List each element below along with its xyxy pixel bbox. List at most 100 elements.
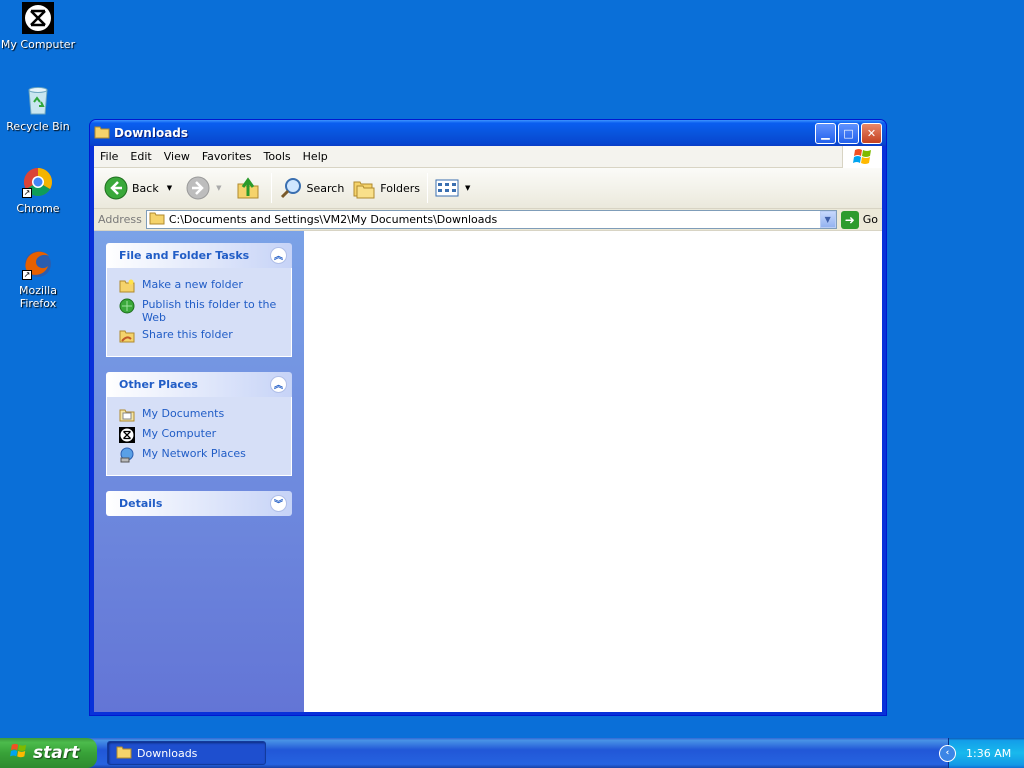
close-icon: ✕ [866, 126, 877, 140]
menu-file[interactable]: File [94, 150, 124, 163]
task-label: Publish this folder to the Web [142, 298, 277, 324]
up-folder-button[interactable] [232, 172, 268, 204]
task-make-new-folder[interactable]: Make a new folder [119, 278, 281, 294]
desktop-icon-label: Mozilla Firefox [19, 284, 57, 310]
place-label: My Documents [142, 407, 225, 420]
minimize-icon: ▁ [821, 126, 830, 140]
chrome-icon: ↗ [22, 166, 54, 198]
menu-edit[interactable]: Edit [124, 150, 157, 163]
standard-toolbar: Back ▼ ▼ Search Folders ▼ [94, 168, 882, 209]
taskbar-item-downloads[interactable]: Downloads [107, 741, 266, 765]
file-folder-tasks-panel: File and Folder Tasks ︽ Make a new folde… [106, 243, 292, 357]
place-label: My Network Places [142, 447, 246, 460]
panel-header[interactable]: Other Places ︽ [106, 372, 292, 397]
clock[interactable]: 1:36 AM [966, 747, 1011, 760]
menu-favorites[interactable]: Favorites [196, 150, 258, 163]
folders-label: Folders [380, 181, 421, 195]
search-button[interactable]: Search [275, 172, 349, 204]
expand-icon[interactable]: ︾ [270, 495, 287, 512]
go-arrow-icon: ➜ [840, 210, 859, 229]
network-places-icon [119, 447, 135, 463]
start-label: start [33, 743, 80, 763]
chevron-down-icon[interactable]: ▼ [167, 184, 172, 192]
share-folder-icon [119, 328, 135, 344]
place-my-computer[interactable]: My Computer [119, 427, 281, 443]
back-button[interactable]: Back ▼ [100, 172, 176, 204]
back-label: Back [132, 181, 159, 195]
address-dropdown-button[interactable]: ▼ [819, 211, 836, 228]
forward-arrow-icon [186, 176, 210, 200]
details-panel: Details ︾ [106, 491, 292, 516]
folders-icon [352, 176, 376, 200]
address-label: Address [98, 213, 142, 226]
menu-tools[interactable]: Tools [258, 150, 297, 163]
task-pane: File and Folder Tasks ︽ Make a new folde… [94, 231, 304, 712]
window-body: File Edit View Favorites Tools Help Back… [94, 146, 882, 712]
go-label: Go [862, 213, 878, 226]
shortcut-arrow-icon: ↗ [22, 270, 32, 280]
task-publish-folder[interactable]: Publish this folder to the Web [119, 298, 281, 324]
collapse-icon[interactable]: ︽ [270, 376, 287, 393]
desktop-icon-label: My Computer [0, 38, 76, 51]
explorer-window: Downloads ▁ □ ✕ File Edit View Favorites… [89, 119, 887, 716]
taskbar-item-label: Downloads [137, 746, 198, 760]
file-list-area[interactable] [304, 231, 882, 712]
computer-icon [119, 427, 135, 443]
maximize-button[interactable]: □ [838, 122, 859, 144]
panel-header[interactable]: Details ︾ [106, 491, 292, 516]
search-icon [279, 176, 303, 200]
panel-title: Details [119, 497, 163, 510]
folder-icon [94, 125, 110, 142]
chevron-down-icon[interactable]: ▼ [216, 184, 221, 192]
chevron-down-icon: ▼ [824, 215, 831, 224]
recycle-bin-icon [22, 84, 54, 116]
panel-title: File and Folder Tasks [119, 249, 250, 262]
taskbar: start Downloads ‹ 1:36 AM [0, 738, 1024, 768]
folders-button[interactable]: Folders [348, 172, 424, 204]
desktop-icon-firefox[interactable]: ↗ Mozilla Firefox [0, 248, 76, 310]
windows-logo-icon [10, 743, 28, 764]
up-folder-icon [236, 176, 260, 200]
windows-logo-icon [842, 146, 882, 168]
address-input[interactable]: C:\Documents and Settings\VM2\My Documen… [145, 210, 837, 229]
title-bar[interactable]: Downloads ▁ □ ✕ [90, 120, 886, 146]
task-label: Make a new folder [142, 278, 243, 291]
place-my-network-places[interactable]: My Network Places [119, 447, 281, 463]
chevron-down-icon[interactable]: ▼ [465, 184, 470, 192]
menu-help[interactable]: Help [297, 150, 334, 163]
desktop-icon-label: Recycle Bin [6, 120, 70, 133]
close-button[interactable]: ✕ [861, 122, 882, 144]
panel-title: Other Places [119, 378, 198, 391]
panel-header[interactable]: File and Folder Tasks ︽ [106, 243, 292, 268]
place-my-documents[interactable]: My Documents [119, 407, 281, 423]
publish-web-icon [119, 298, 135, 314]
toolbar-separator [270, 173, 272, 203]
desktop-icon-chrome[interactable]: ↗ Chrome [0, 166, 76, 215]
window-title: Downloads [114, 126, 189, 140]
toolbar-separator [427, 173, 429, 203]
start-button[interactable]: start [0, 738, 97, 768]
panel-body: My Documents My Computer My Network Plac… [106, 397, 292, 476]
address-bar: Address C:\Documents and Settings\VM2\My… [94, 209, 882, 231]
minimize-button[interactable]: ▁ [815, 122, 836, 144]
search-label: Search [306, 181, 345, 195]
computer-icon [22, 2, 54, 34]
folder-icon [149, 211, 165, 228]
desktop-icon-recycle-bin[interactable]: Recycle Bin [0, 84, 76, 133]
views-button[interactable]: ▼ [431, 172, 474, 204]
go-button[interactable]: ➜ Go [840, 210, 878, 229]
my-documents-icon [119, 407, 135, 423]
task-share-folder[interactable]: Share this folder [119, 328, 281, 344]
folder-icon [116, 745, 132, 762]
firefox-icon: ↗ [22, 248, 54, 280]
desktop-icon-my-computer[interactable]: My Computer [0, 2, 76, 51]
maximize-icon: □ [843, 126, 854, 140]
menu-view[interactable]: View [158, 150, 196, 163]
views-icon [435, 176, 459, 200]
task-label: Share this folder [142, 328, 233, 341]
chevron-left-icon[interactable]: ‹ [939, 744, 956, 762]
address-value: C:\Documents and Settings\VM2\My Documen… [168, 213, 498, 226]
collapse-icon[interactable]: ︽ [270, 247, 287, 264]
forward-button[interactable]: ▼ [182, 172, 225, 204]
place-label: My Computer [142, 427, 217, 440]
